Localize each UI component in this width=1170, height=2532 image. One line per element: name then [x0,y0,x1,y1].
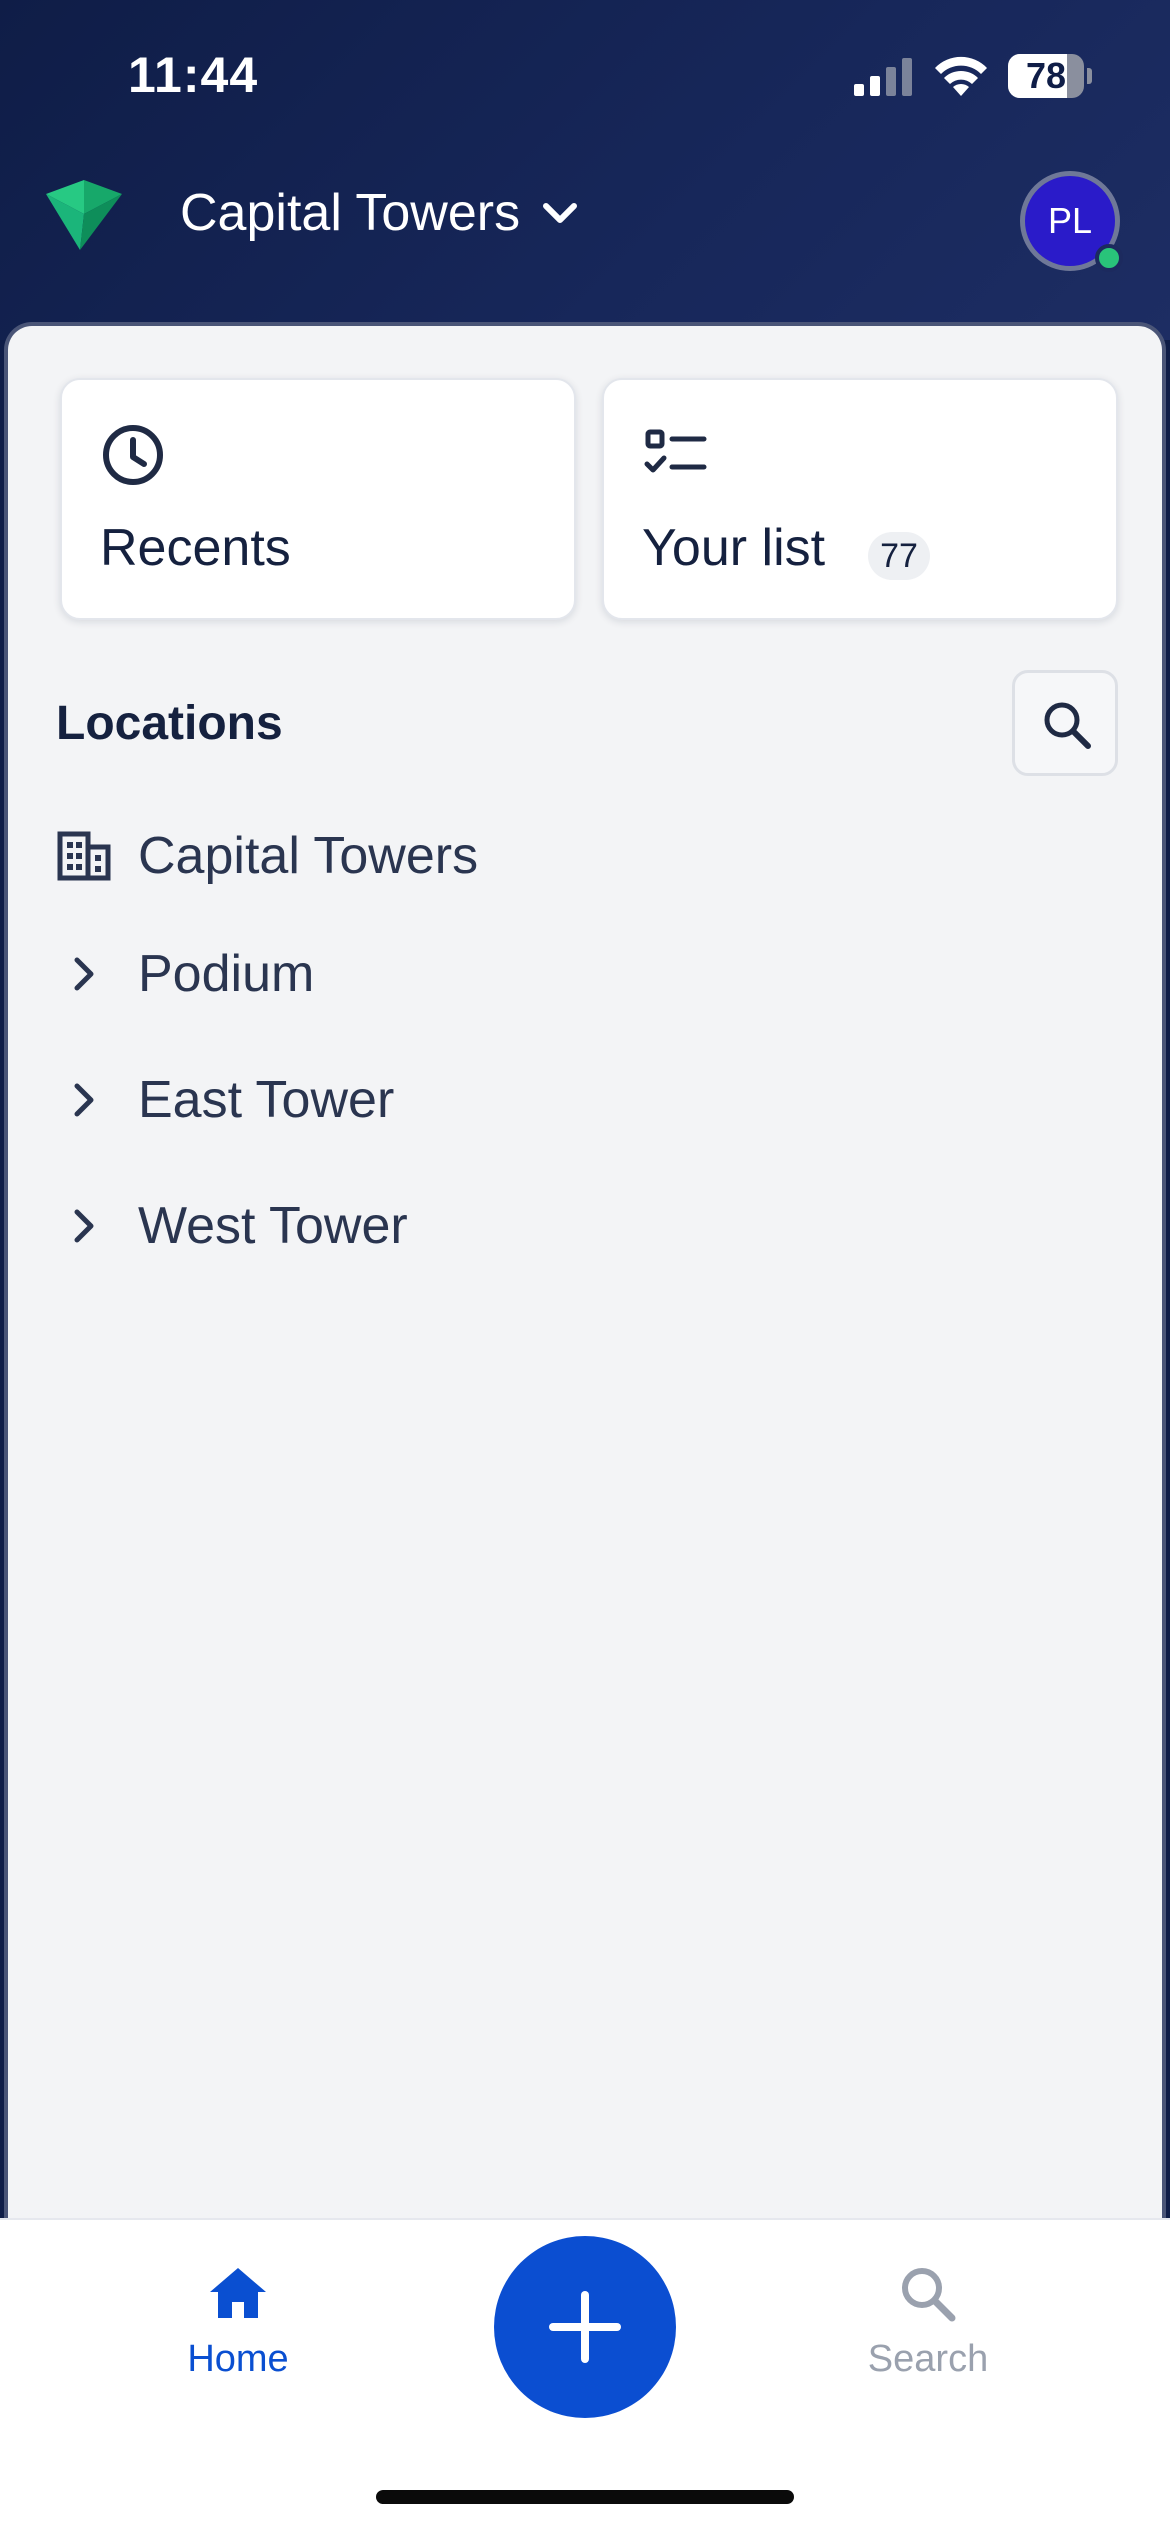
app-logo-icon [46,180,122,250]
nav-home-label: Home [187,2338,289,2380]
recents-label: Recents [100,519,291,577]
nav-home[interactable]: Home [138,2262,338,2402]
clock-icon [103,425,163,485]
signal-icon [854,58,912,96]
location-label: Capital Towers [138,827,479,885]
chevron-right-icon [56,946,112,1002]
nav-search-label: Search [867,2338,989,2380]
wifi-icon [935,56,987,96]
presence-indicator [1095,244,1123,272]
avatar[interactable]: PL [1020,171,1123,272]
location-item-podium[interactable]: Podium [56,934,314,1014]
location-item-west-tower[interactable]: West Tower [56,1186,408,1266]
battery-cap [1087,68,1092,84]
locations-search-button[interactable] [1012,670,1118,776]
location-label: West Tower [138,1197,408,1255]
search-icon [902,2268,956,2322]
location-label: East Tower [138,1071,395,1129]
building-icon [56,828,112,884]
status-time: 11:44 [128,47,259,103]
chevron-down-icon [543,203,578,223]
location-root-capital-towers[interactable]: Capital Towers [56,816,478,896]
home-icon [210,2268,266,2318]
plus-icon [549,2291,621,2363]
your-list-card[interactable]: Your list 77 [602,378,1118,620]
battery-body: 78 [1008,54,1084,98]
bottom-navigation: Home Search [0,2218,1170,2532]
nav-search[interactable]: Search [828,2262,1028,2402]
chevron-right-icon [56,1198,112,1254]
status-bar: 11:44 78 [0,0,1170,150]
location-item-east-tower[interactable]: East Tower [56,1060,394,1140]
recents-card[interactable]: Recents [60,378,576,620]
battery-icon: 78 [1008,54,1092,98]
site-name: Capital Towers [180,184,521,242]
your-list-count-badge: 77 [868,532,930,580]
content-sheet: Recents Your list 77 Locations Capital T… [4,322,1166,2222]
home-indicator [376,2490,794,2504]
location-label: Podium [138,945,315,1003]
add-button[interactable] [494,2236,676,2418]
chevron-right-icon [56,1072,112,1128]
search-icon [1044,702,1091,749]
battery-level: 78 [1025,55,1067,96]
app-header: 11:44 78 Capital Towers PL [0,0,1170,340]
locations-heading: Locations [56,697,283,750]
avatar-initials: PL [1047,200,1093,241]
checklist-icon [644,429,707,473]
site-switcher[interactable]: Capital Towers [180,183,580,243]
your-list-label: Your list [642,519,826,577]
